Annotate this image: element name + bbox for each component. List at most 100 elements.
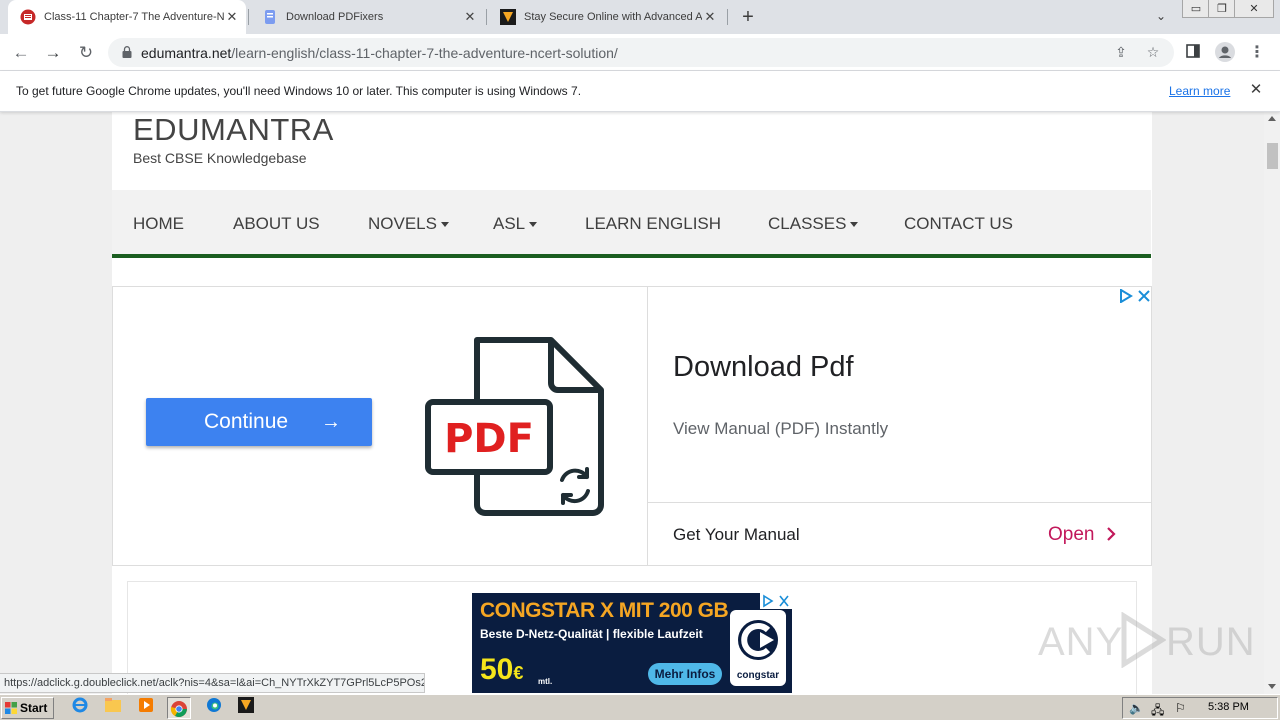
url-path: /learn-english/class-11-chapter-7-the-ad… (231, 45, 618, 61)
ad-cta-text: Get Your Manual (673, 525, 800, 544)
ad-image-area[interactable]: Continue → PDF (113, 287, 648, 565)
tab-separator (248, 9, 249, 25)
media-player-icon[interactable] (134, 697, 158, 719)
menu-kebab-icon[interactable]: ⋮ (1246, 42, 1268, 64)
brand-name: congstar (736, 670, 780, 681)
price-currency: € (513, 663, 524, 683)
arrow-right-icon: → (321, 411, 341, 433)
nav-item-asl[interactable]: ASL (493, 214, 538, 234)
ad-open-button[interactable]: Open (1048, 524, 1116, 546)
pdfixers-favicon-icon (265, 10, 275, 24)
profile-avatar-icon[interactable] (1214, 42, 1236, 64)
windows-taskbar: Start 🔈 🖧 ⚐ 5:38 PM (0, 694, 1280, 720)
tab-search-chevron-down-icon[interactable]: ⌄ (1152, 9, 1170, 25)
side-panel-icon[interactable] (1182, 42, 1204, 64)
network-icon[interactable]: 🖧 (1151, 701, 1164, 720)
bookmark-star-icon[interactable]: ☆ (1144, 43, 1162, 61)
pdf-graphic-label: PDF (444, 416, 534, 462)
close-ad-icon[interactable] (1137, 289, 1151, 303)
caret-down-icon (529, 222, 538, 228)
nav-item-about-us[interactable]: ABOUT US (233, 214, 320, 234)
mehr-infos-button[interactable]: Mehr Infos (648, 663, 722, 685)
nav-item-classes[interactable]: CLASSES (768, 214, 859, 234)
site-tagline: Best CBSE Knowledgebase (133, 150, 307, 166)
watermark-right-text: RUN (1166, 620, 1256, 664)
price-suffix: mtl. (538, 677, 553, 686)
caret-down-icon (440, 222, 449, 228)
ad-headline[interactable]: Download Pdf (673, 351, 854, 384)
ad-price: 50€ (480, 653, 523, 687)
adchoices-icon[interactable] (1119, 289, 1133, 303)
restore-button[interactable]: ❐ (1208, 0, 1236, 18)
page-viewport: EDUMANTRA Best CBSE Knowledgebase HOME A… (0, 112, 1264, 694)
chevron-right-icon (1106, 527, 1116, 541)
shield-favicon-icon (500, 9, 516, 25)
infobar-message: To get future Google Chrome updates, you… (16, 84, 582, 98)
close-icon[interactable]: ✕ (224, 9, 240, 25)
scroll-thumb[interactable] (1267, 143, 1278, 169)
volume-icon[interactable]: 🔈 (1129, 701, 1144, 715)
congstar-logo: congstar (730, 610, 786, 686)
learn-more-link[interactable]: Learn more (1169, 84, 1230, 98)
close-icon[interactable]: ✕ (462, 9, 478, 25)
nav-item-home[interactable]: HOME (133, 214, 184, 234)
reload-icon[interactable]: ↻ (75, 42, 97, 64)
ad-choices-box[interactable] (760, 593, 792, 609)
close-icon[interactable]: ✕ (702, 9, 718, 25)
tab-separator (727, 9, 728, 25)
tab-separator (486, 9, 487, 25)
chrome-icon[interactable] (167, 697, 191, 719)
action-center-flag-icon[interactable]: ⚐ (1175, 701, 1186, 715)
window-close-button[interactable]: ✕ (1234, 0, 1274, 18)
anyrun-watermark: ANY RUN (1038, 608, 1255, 668)
nav-label: ABOUT US (233, 214, 320, 233)
scroll-down-arrow-icon[interactable] (1268, 684, 1276, 689)
forward-arrow-icon[interactable]: → (42, 42, 64, 64)
page-scrollbar[interactable] (1264, 112, 1280, 694)
tab-strip: Class-11 Chapter-7 The Adventure-N ✕ Dow… (0, 0, 1280, 34)
nav-label: NOVELS (368, 214, 437, 233)
congstar-logo-icon (738, 620, 778, 660)
scroll-up-arrow-icon[interactable] (1268, 116, 1276, 121)
open-label: Open (1048, 524, 1095, 545)
ad-subtitle: Beste D-Netz-Qualität | flexible Laufzei… (480, 627, 703, 641)
norton-app-icon[interactable] (234, 697, 258, 719)
tab-secure-online[interactable]: Stay Secure Online with Advanced A ✕ (490, 0, 726, 34)
start-button[interactable]: Start (1, 697, 54, 719)
new-tab-button[interactable]: + (738, 7, 758, 27)
edumantra-favicon-icon (20, 9, 36, 25)
tab-title: Download PDFixers (286, 11, 384, 23)
system-tray: 🔈 🖧 ⚐ (1122, 697, 1278, 719)
nav-label: CONTACT US (904, 214, 1013, 233)
back-arrow-icon[interactable]: ← (10, 42, 32, 64)
windows-logo-icon (5, 702, 17, 714)
nav-item-learn-english[interactable]: LEARN ENGLISH (585, 214, 721, 234)
share-icon[interactable]: ⇪ (1112, 43, 1130, 61)
edge-icon[interactable] (202, 697, 226, 719)
adchoices-close-icon[interactable] (760, 593, 792, 609)
watermark-left-text: ANY (1038, 620, 1124, 664)
browser-toolbar: ← → ↻ edumantra.net/learn-english/class-… (0, 34, 1280, 71)
nav-item-novels[interactable]: NOVELS (368, 214, 449, 234)
ad-cta-bar[interactable]: Get Your Manual Open (648, 502, 1151, 565)
url-host: edumantra.net (141, 45, 232, 61)
file-explorer-icon[interactable] (101, 697, 125, 719)
congstar-ad[interactable]: CONGSTAR X MIT 200 GB Beste D-Netz-Quali… (472, 593, 792, 693)
tab-pdfixers[interactable]: Download PDFixers ✕ (252, 0, 484, 34)
continue-button[interactable]: Continue → (146, 398, 372, 446)
pdf-file-icon: PDF (425, 337, 604, 516)
update-infobar: To get future Google Chrome updates, you… (0, 71, 1280, 112)
internet-explorer-icon[interactable] (68, 697, 92, 719)
site-title[interactable]: EDUMANTRA (133, 112, 334, 148)
nav-item-contact-us[interactable]: CONTACT US (904, 214, 1013, 234)
close-icon[interactable]: ✕ (1248, 82, 1264, 98)
address-bar[interactable]: edumantra.net/learn-english/class-11-cha… (108, 38, 1174, 67)
tab-edumantra[interactable]: Class-11 Chapter-7 The Adventure-N ✕ (8, 0, 246, 34)
status-link-preview: https://adclick.g.doubleclick.net/aclk?n… (0, 673, 425, 693)
system-clock[interactable]: 5:38 PM (1208, 701, 1249, 713)
continue-label: Continue (204, 410, 289, 433)
minimize-button[interactable]: ▭ (1182, 0, 1210, 18)
url-text: edumantra.net/learn-english/class-11-cha… (141, 45, 618, 61)
pdf-download-ad[interactable]: Continue → PDF Download Pdf View Manual … (112, 286, 1152, 566)
nav-label: CLASSES (768, 214, 847, 233)
